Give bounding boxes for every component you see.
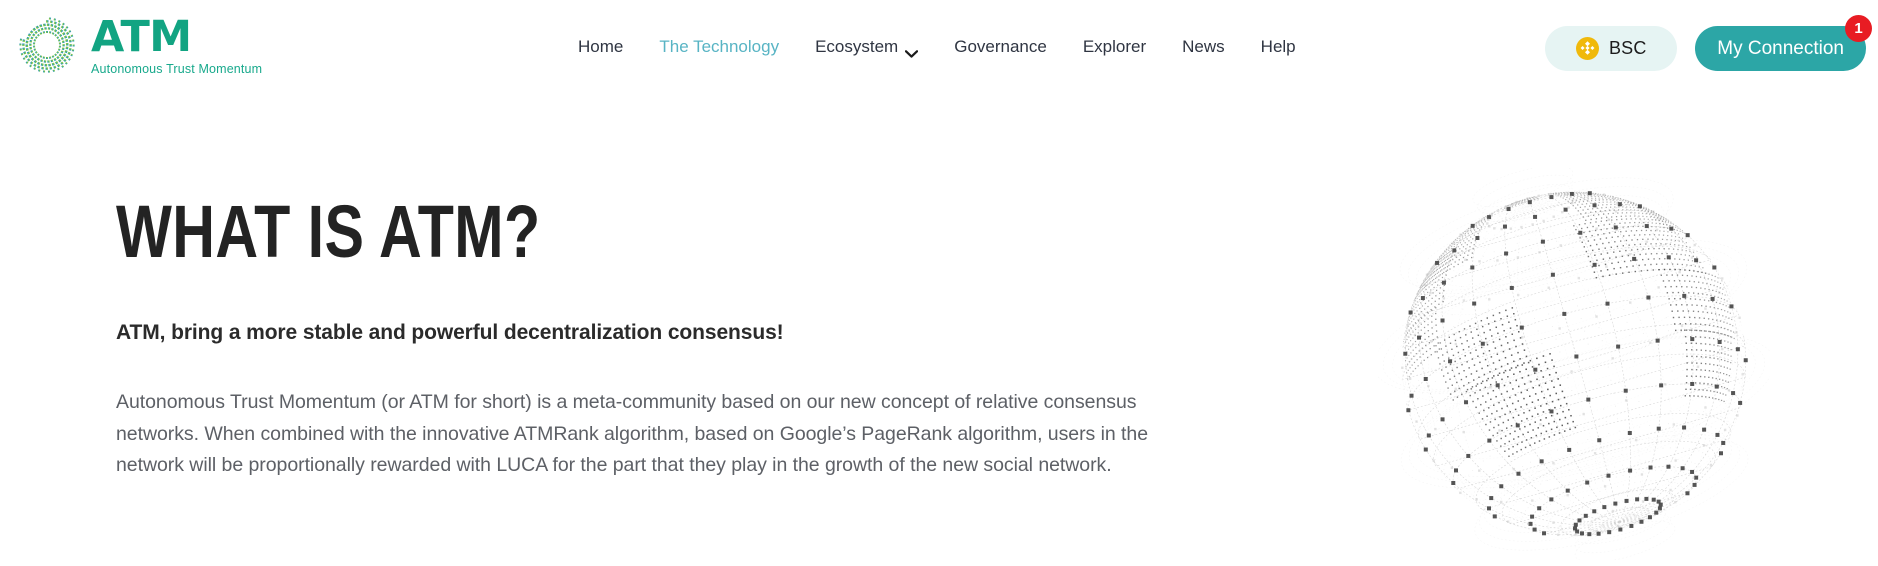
my-connection-label: My Connection xyxy=(1717,37,1844,59)
chain-selector-button[interactable]: BSC xyxy=(1545,26,1678,71)
nav-item-ecosystem[interactable]: Ecosystem xyxy=(797,37,936,58)
brand-text-block: ATM Autonomous Trust Momentum xyxy=(91,16,262,76)
connection-button-wrapper: My Connection 1 xyxy=(1695,15,1872,71)
chain-label: BSC xyxy=(1608,38,1647,58)
nav-label: Governance xyxy=(954,37,1047,56)
wireframe-globe-icon xyxy=(1378,168,1770,560)
hero-subtitle: ATM, bring a more stable and powerful de… xyxy=(116,320,784,344)
nav-label: Explorer xyxy=(1082,37,1147,56)
hero-section: WHAT IS ATM? ATM, bring a more stable an… xyxy=(116,190,1216,482)
chevron-down-icon xyxy=(905,44,919,58)
nav-label: Help xyxy=(1260,37,1296,56)
nav-label: The Technology xyxy=(659,37,780,56)
brand-tagline: Autonomous Trust Momentum xyxy=(91,62,263,77)
brand-logo[interactable]: ATM Autonomous Trust Momentum xyxy=(16,14,262,76)
nav-label: Home xyxy=(578,37,624,56)
notification-badge: 1 xyxy=(1845,15,1872,42)
site-header: ATM Autonomous Trust Momentum Home The T… xyxy=(0,0,1878,98)
dotted-ring-logo-icon xyxy=(16,14,78,76)
main-navigation: Home The Technology Ecosystem Governance… xyxy=(560,37,1314,58)
nav-item-the-technology[interactable]: The Technology xyxy=(641,38,797,55)
nav-item-help[interactable]: Help xyxy=(1243,38,1314,55)
page-title: WHAT IS ATM? xyxy=(116,190,541,273)
nav-item-home[interactable]: Home xyxy=(560,38,641,55)
nav-item-explorer[interactable]: Explorer xyxy=(1065,38,1164,55)
my-connection-button[interactable]: My Connection xyxy=(1695,26,1866,71)
header-actions: BSC My Connection 1 xyxy=(1545,15,1872,71)
brand-title: ATM xyxy=(91,12,192,63)
binance-chain-icon xyxy=(1575,37,1599,60)
nav-label: Ecosystem xyxy=(815,37,899,56)
page-root: ATM Autonomous Trust Momentum Home The T… xyxy=(0,0,1878,566)
nav-item-governance[interactable]: Governance xyxy=(936,38,1065,55)
hero-body-text: Autonomous Trust Momentum (or ATM for sh… xyxy=(116,390,1149,477)
nav-label: News xyxy=(1182,37,1225,56)
nav-item-news[interactable]: News xyxy=(1164,38,1243,55)
